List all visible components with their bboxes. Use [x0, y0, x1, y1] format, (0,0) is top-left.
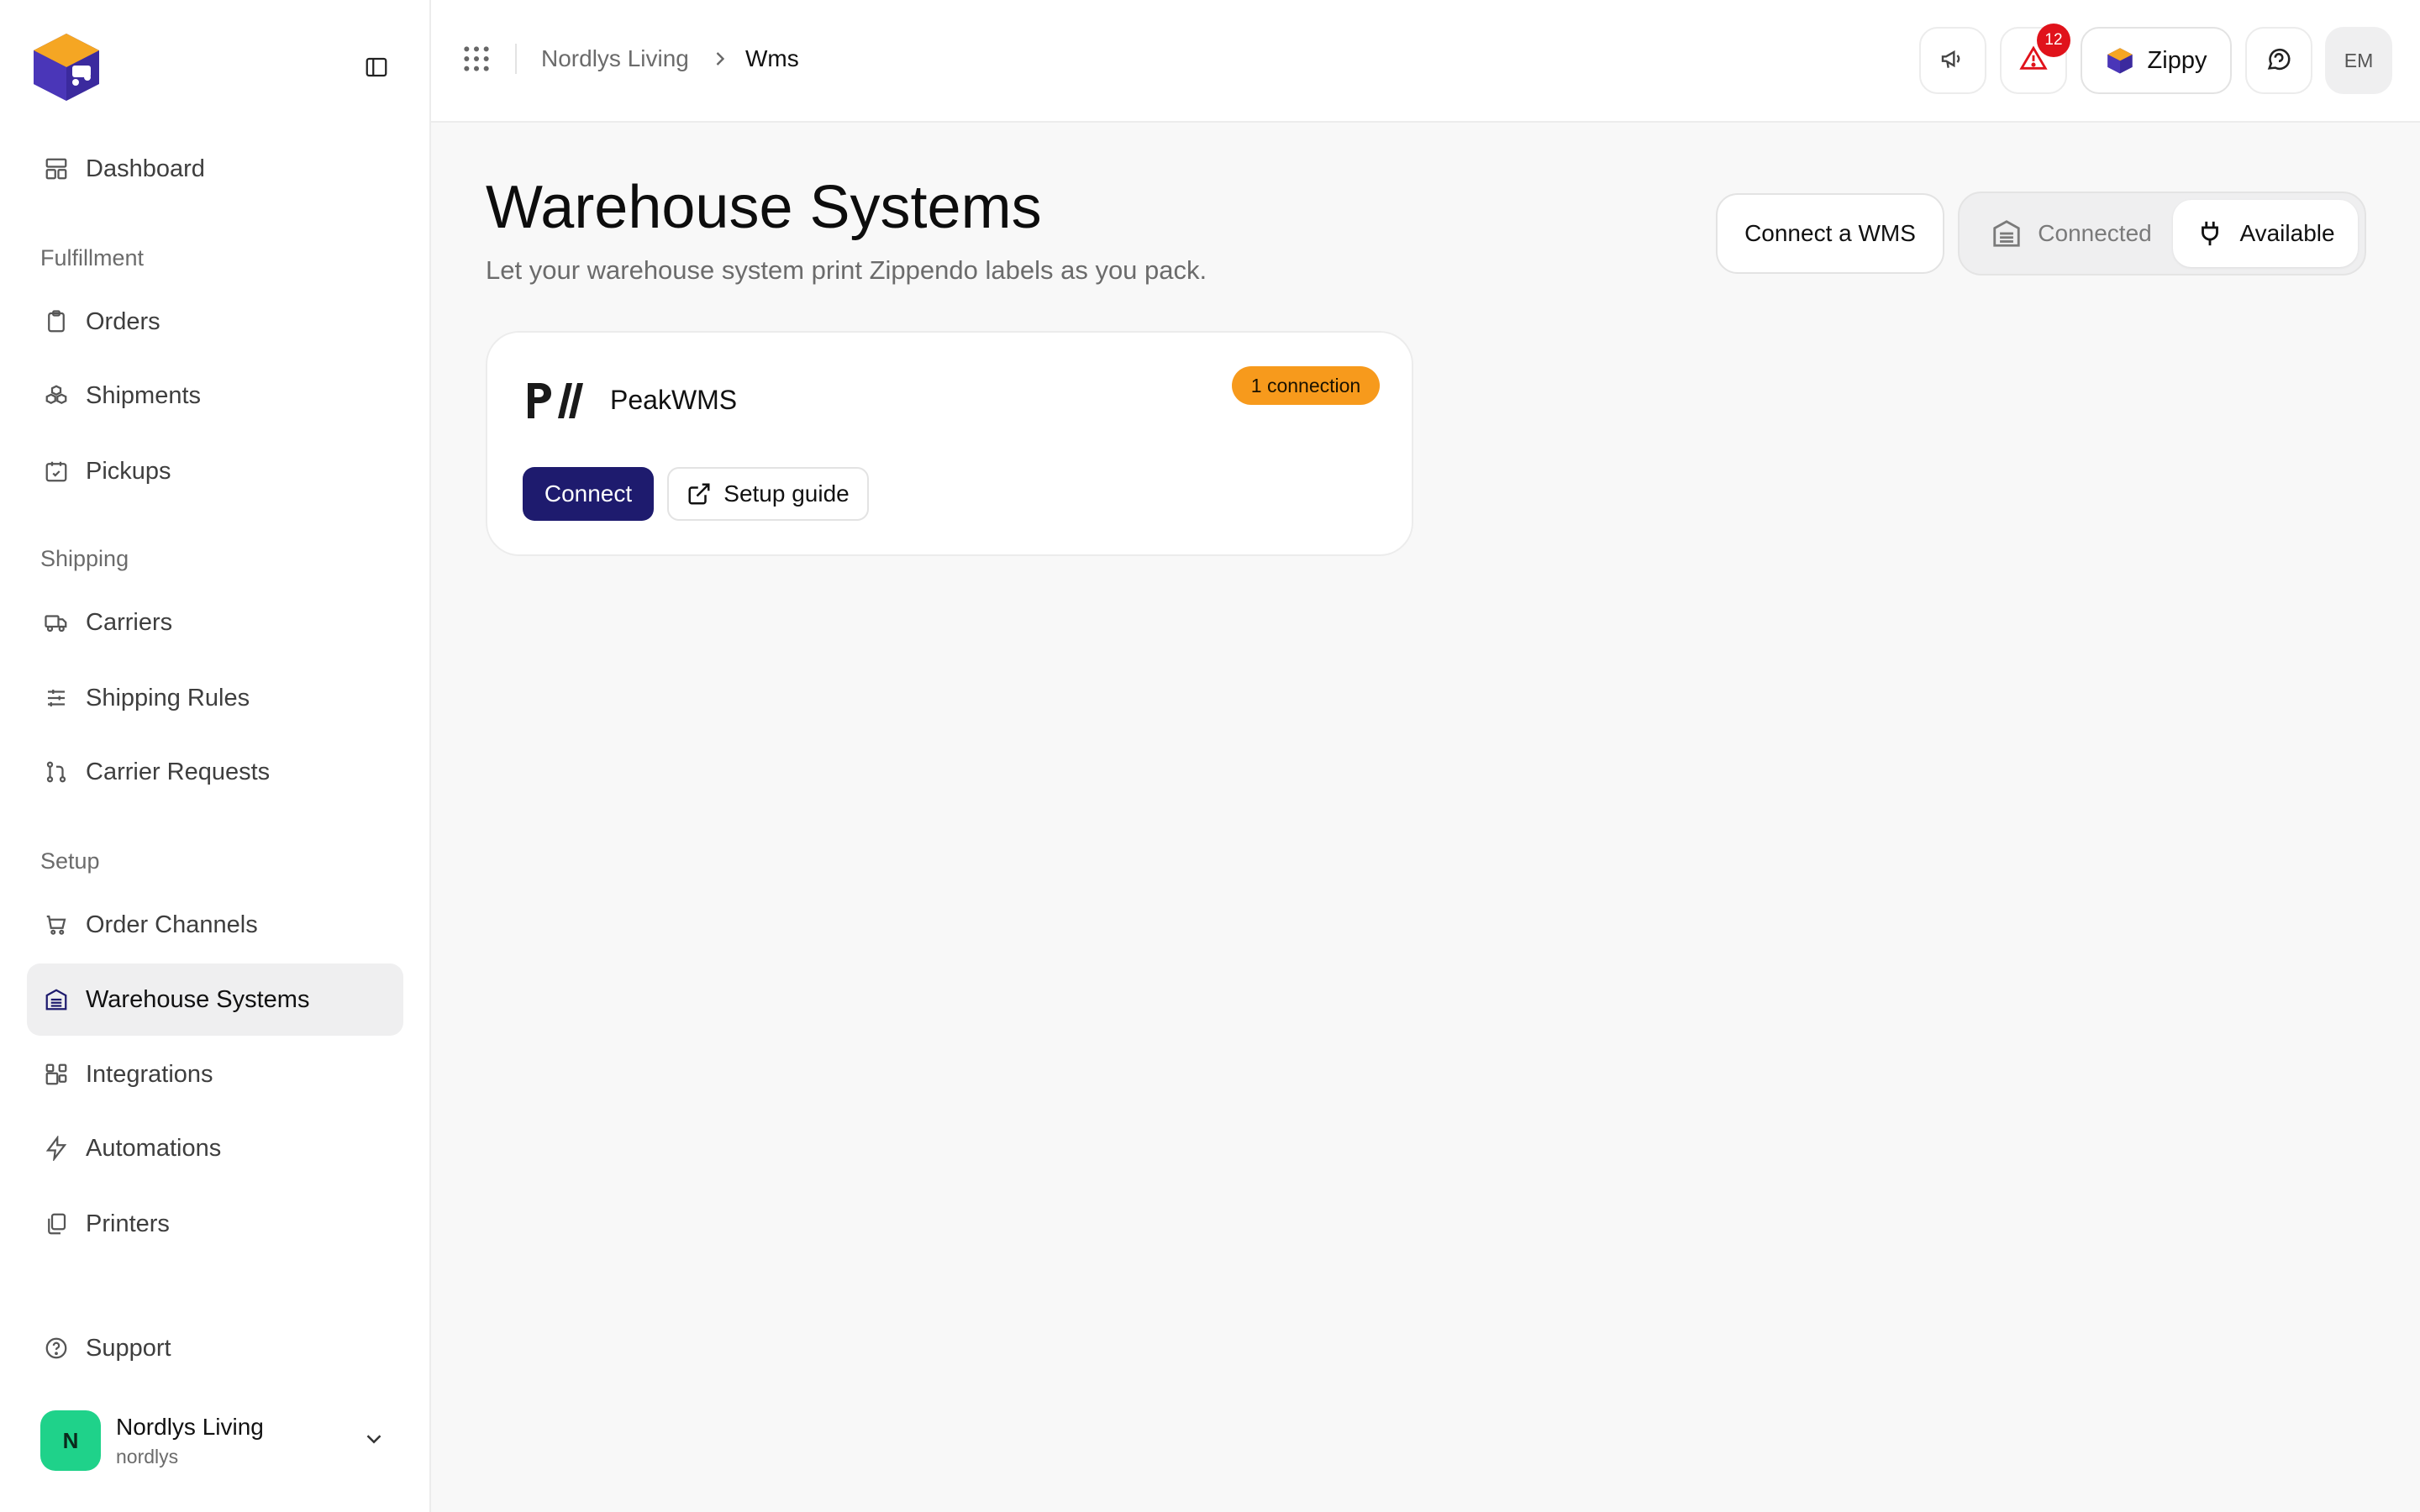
sidebar-item-orders[interactable]: Orders [27, 286, 403, 358]
plug-icon [2196, 218, 2224, 249]
sidebar-item-label: Pickups [86, 457, 171, 485]
section-label-shipping: Shipping [40, 546, 129, 571]
zap-icon [42, 1134, 71, 1163]
sidebar-item-support[interactable]: Support [27, 1312, 403, 1384]
connect-wms-button[interactable]: Connect a WMS [1716, 193, 1944, 274]
zippy-label: Zippy [2147, 46, 2207, 74]
sidebar: Dashboard Fulfillment Orders Shipments P… [0, 0, 431, 1512]
sidebar-item-label: Support [86, 1334, 171, 1362]
sidebar-item-automations[interactable]: Automations [27, 1112, 403, 1184]
app-grid-icon[interactable] [460, 42, 493, 76]
sidebar-item-order-channels[interactable]: Order Channels [27, 889, 403, 961]
section-label-setup: Setup [40, 848, 100, 874]
sidebar-item-integrations[interactable]: Integrations [27, 1038, 403, 1110]
sidebar-item-dashboard[interactable]: Dashboard [27, 133, 403, 205]
toggle-connected[interactable]: Connected [1971, 200, 2171, 267]
sidebar-item-pickups[interactable]: Pickups [27, 435, 403, 507]
page-title: Warehouse Systems [486, 174, 1042, 241]
sidebar-item-label: Shipping Rules [86, 684, 250, 711]
org-switcher[interactable]: N Nordlys Living nordlys [27, 1401, 403, 1480]
sidebar-item-printers[interactable]: Printers [27, 1188, 403, 1260]
truck-icon [42, 608, 71, 637]
connection-count-badge: 1 connection [1232, 366, 1380, 405]
sidebar-item-label: Printers [86, 1210, 170, 1237]
sidebar-item-label: Shipments [86, 381, 202, 409]
shopping-cart-icon [42, 911, 71, 939]
breadcrumb-current: Wms [745, 45, 799, 71]
clipboard-icon [42, 307, 71, 336]
sidebar-item-warehouse-systems[interactable]: Warehouse Systems [27, 963, 403, 1036]
connect-button[interactable]: Connect [523, 467, 654, 521]
toggle-available-label: Available [2239, 220, 2335, 246]
alert-count-badge: 12 [2037, 24, 2070, 57]
org-slug: nordlys [116, 1445, 179, 1467]
sidebar-item-carriers[interactable]: Carriers [27, 586, 403, 659]
git-pull-request-icon [42, 758, 71, 786]
toggle-connected-label: Connected [2038, 220, 2152, 246]
sidebar-item-shipping-rules[interactable]: Shipping Rules [27, 662, 403, 734]
breadcrumb-org[interactable]: Nordlys Living [541, 45, 689, 72]
sidebar-item-label: Carriers [86, 608, 173, 636]
view-toggle: Connected Available [1958, 192, 2366, 276]
sidebar-item-label: Carrier Requests [86, 758, 271, 785]
divider [515, 44, 517, 74]
app-logo[interactable] [29, 29, 104, 104]
blocks-icon [42, 1060, 71, 1089]
sidebar-item-carrier-requests[interactable]: Carrier Requests [27, 736, 403, 808]
topbar: Nordlys Living Wms 12 Zippy EM [431, 0, 2420, 123]
sliders-icon [42, 684, 71, 712]
calendar-check-icon [42, 457, 71, 486]
org-name: Nordlys Living [116, 1413, 264, 1440]
setup-guide-button[interactable]: Setup guide [667, 467, 869, 521]
org-avatar: N [40, 1410, 101, 1471]
sidebar-item-label: Automations [86, 1134, 222, 1162]
external-link-icon [687, 481, 712, 507]
sidebar-item-label: Integrations [86, 1060, 213, 1088]
zippy-assistant-button[interactable]: Zippy [2081, 27, 2232, 94]
wms-name: PeakWMS [610, 385, 738, 415]
copies-icon [42, 1210, 71, 1238]
boxes-icon [42, 381, 71, 410]
alerts-button[interactable]: 12 [2000, 24, 2070, 94]
layout-dashboard-icon [42, 155, 71, 183]
chevron-down-icon [361, 1426, 387, 1456]
sidebar-item-label: Orders [86, 307, 160, 335]
help-circle-icon [42, 1334, 71, 1362]
chevron-right-icon [708, 47, 732, 76]
wms-card: PeakWMS 1 connection Connect Setup guide [486, 331, 1413, 556]
section-label-fulfillment: Fulfillment [40, 245, 145, 270]
toggle-available[interactable]: Available [2173, 200, 2358, 267]
page-subtitle: Let your warehouse system print Zippendo… [486, 255, 1207, 285]
zippy-logo-icon [2106, 46, 2134, 75]
sidebar-item-label: Dashboard [86, 155, 205, 182]
sidebar-item-label: Order Channels [86, 911, 258, 938]
setup-guide-label: Setup guide [723, 480, 850, 507]
warehouse-icon [42, 985, 71, 1014]
message-circle-icon [2265, 45, 2293, 77]
sidebar-item-label: Warehouse Systems [86, 985, 310, 1013]
sidebar-toggle-icon[interactable] [360, 52, 393, 82]
sidebar-item-shipments[interactable]: Shipments [27, 360, 403, 432]
chat-button[interactable] [2245, 27, 2312, 94]
announcements-button[interactable] [1919, 27, 1986, 94]
peakwms-logo [524, 380, 583, 422]
warehouse-icon [1991, 218, 2023, 249]
megaphone-icon [1939, 45, 1966, 76]
user-avatar[interactable]: EM [2325, 27, 2392, 94]
